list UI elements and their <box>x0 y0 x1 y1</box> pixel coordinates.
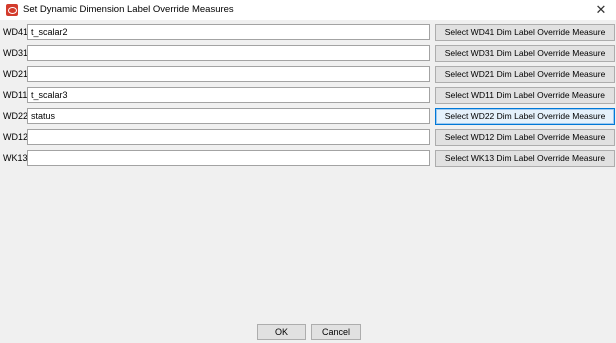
row-label: WK13 <box>3 153 28 163</box>
row-label: WD22 <box>3 111 29 121</box>
row-wk13: WK13 Select WK13 Dim Label Override Meas… <box>0 149 616 169</box>
select-wd21-button[interactable]: Select WD21 Dim Label Override Measure <box>435 66 615 83</box>
ok-button[interactable]: OK <box>257 324 306 340</box>
row-label: WD31 <box>3 48 29 58</box>
row-wd12: WD12 Select WD12 Dim Label Override Meas… <box>0 128 616 148</box>
title-bar: Set Dynamic Dimension Label Override Mea… <box>0 0 616 20</box>
select-wd11-button[interactable]: Select WD11 Dim Label Override Measure <box>435 87 615 104</box>
measure-field-wd12[interactable] <box>27 129 430 145</box>
oracle-icon <box>6 4 18 16</box>
measure-field-wd31[interactable] <box>27 45 430 61</box>
row-label: WD41 <box>3 27 29 37</box>
dialog-window: Set Dynamic Dimension Label Override Mea… <box>0 0 616 343</box>
select-wd31-button[interactable]: Select WD31 Dim Label Override Measure <box>435 45 615 62</box>
measure-field-wd22[interactable]: status <box>27 108 430 124</box>
row-wd21: WD21 Select WD21 Dim Label Override Meas… <box>0 65 616 85</box>
row-label: WD21 <box>3 69 29 79</box>
measure-field-wd11[interactable]: t_scalar3 <box>27 87 430 103</box>
select-wd12-button[interactable]: Select WD12 Dim Label Override Measure <box>435 129 615 146</box>
close-icon[interactable]: ✕ <box>586 0 616 20</box>
measure-field-wk13[interactable] <box>27 150 430 166</box>
window-title: Set Dynamic Dimension Label Override Mea… <box>23 4 234 15</box>
measure-field-wd41[interactable]: t_scalar2 <box>27 24 430 40</box>
select-wd41-button[interactable]: Select WD41 Dim Label Override Measure <box>435 24 615 41</box>
row-wd41: WD41 t_scalar2 Select WD41 Dim Label Ove… <box>0 23 616 43</box>
select-wd22-button[interactable]: Select WD22 Dim Label Override Measure <box>435 108 615 125</box>
row-label: WD12 <box>3 132 29 142</box>
cancel-button[interactable]: Cancel <box>311 324 361 340</box>
measure-field-wd21[interactable] <box>27 66 430 82</box>
row-wd22: WD22 status Select WD22 Dim Label Overri… <box>0 107 616 127</box>
select-wk13-button[interactable]: Select WK13 Dim Label Override Measure <box>435 150 615 167</box>
row-label: WD11 <box>3 90 28 100</box>
row-wd11: WD11 t_scalar3 Select WD11 Dim Label Ove… <box>0 86 616 106</box>
row-wd31: WD31 Select WD31 Dim Label Override Meas… <box>0 44 616 64</box>
